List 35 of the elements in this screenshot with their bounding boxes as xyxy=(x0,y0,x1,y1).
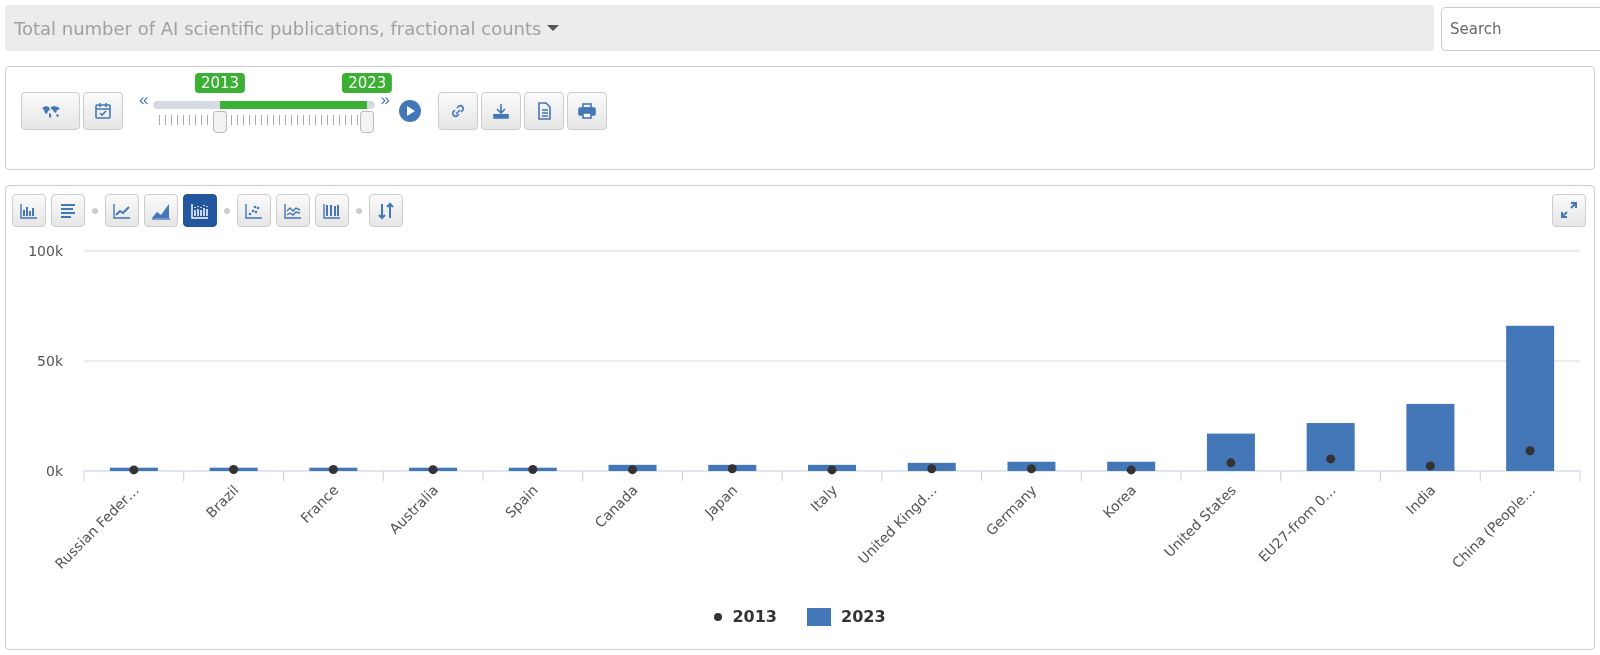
calendar-icon xyxy=(93,102,113,120)
year-badge: 2023 xyxy=(342,73,393,93)
sort-button[interactable] xyxy=(369,194,403,227)
print-button[interactable] xyxy=(566,92,607,130)
chart-icon xyxy=(283,201,303,220)
calendar-button[interactable] xyxy=(83,92,123,130)
download-button[interactable] xyxy=(480,92,521,130)
chart-type-button[interactable] xyxy=(183,194,217,227)
fullscreen-button[interactable] xyxy=(1552,194,1586,227)
y-axis-label: 50k xyxy=(37,353,63,369)
next-button[interactable]: » xyxy=(380,90,390,110)
y-axis-label: 0k xyxy=(46,463,63,479)
search-field[interactable]: Search xyxy=(1441,7,1600,51)
slider-handle[interactable] xyxy=(360,111,375,133)
chart-icon xyxy=(190,201,210,220)
play-button[interactable] xyxy=(398,100,421,122)
chart-icon xyxy=(112,201,132,220)
legend-item[interactable]: 2013 xyxy=(714,607,777,626)
previous-button[interactable]: « xyxy=(139,90,149,110)
chart-icon xyxy=(19,201,39,220)
caret-icon xyxy=(547,25,560,31)
print-icon xyxy=(576,102,597,120)
chart-icon xyxy=(244,201,264,220)
sort-icon xyxy=(376,201,396,220)
map-button[interactable] xyxy=(21,92,80,130)
download-icon xyxy=(490,102,511,120)
slider-handle[interactable] xyxy=(213,111,228,133)
document-button[interactable] xyxy=(523,92,564,130)
expand-icon xyxy=(1559,201,1579,220)
chart-icon xyxy=(322,201,342,220)
y-axis-label: 100k xyxy=(28,243,63,259)
chart-icon xyxy=(58,201,78,220)
legend-item[interactable]: 2023 xyxy=(807,607,886,626)
link-button[interactable] xyxy=(437,92,478,130)
year-badge: 2013 xyxy=(194,73,246,93)
